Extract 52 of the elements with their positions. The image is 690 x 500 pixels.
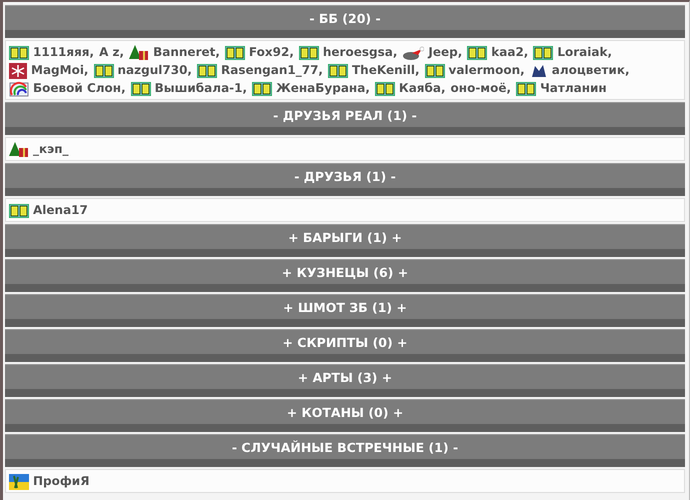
member-name[interactable]: Боевой Слон, bbox=[33, 81, 126, 95]
flag-icon bbox=[9, 474, 29, 490]
group-header[interactable]: - ДРУЗЬЯ РЕАЛ (1) - bbox=[5, 102, 685, 135]
member-name[interactable]: Banneret, bbox=[153, 45, 220, 59]
group-header[interactable]: + СКРИПТЫ (0) + bbox=[5, 329, 685, 362]
badge-icon bbox=[9, 46, 29, 60]
member-name[interactable]: Rasengan1_77, bbox=[220, 63, 323, 77]
badge-icon bbox=[252, 82, 272, 96]
tree-gift-icon bbox=[129, 44, 150, 61]
member-name[interactable]: valermoon, bbox=[448, 63, 525, 77]
group-header[interactable]: - ДРУЗЬЯ (1) - bbox=[5, 163, 685, 196]
group-header[interactable]: + ШМОТ ЗБ (1) + bbox=[5, 294, 685, 327]
group-header[interactable]: - СЛУЧАЙНЫЕ ВСТРЕЧНЫЕ (1) - bbox=[5, 434, 685, 467]
member-name[interactable]: Jeep, bbox=[428, 45, 462, 59]
member-name[interactable]: оно-моё, bbox=[450, 81, 512, 95]
member-name[interactable]: ПрофиЯ bbox=[33, 474, 90, 488]
group-header[interactable]: + КОТАНЫ (0) + bbox=[5, 399, 685, 432]
rainbow-icon bbox=[9, 80, 29, 97]
badge-icon bbox=[424, 64, 445, 78]
member-name[interactable]: Вышибала-1, bbox=[154, 81, 248, 95]
badge-icon bbox=[516, 82, 536, 96]
tree-gift-icon bbox=[9, 142, 29, 158]
group-header[interactable]: + АРТЫ (3) + bbox=[5, 364, 685, 397]
member-name[interactable]: A z, bbox=[99, 45, 124, 59]
group-header[interactable]: - ББ (20) - bbox=[5, 5, 685, 38]
badge-icon bbox=[224, 46, 245, 60]
group-header[interactable]: + КУЗНЕЦЫ (6) + bbox=[5, 259, 685, 292]
member-name[interactable]: Чатланин bbox=[540, 81, 607, 95]
badge-icon bbox=[467, 46, 488, 60]
member-name[interactable]: MagMoi, bbox=[31, 63, 88, 77]
badge-icon bbox=[328, 64, 348, 78]
badge-icon bbox=[298, 46, 319, 60]
badge-icon bbox=[374, 82, 395, 96]
member-name[interactable]: _кэп_ bbox=[33, 142, 69, 156]
member-name[interactable]: heroesgsa, bbox=[322, 45, 398, 59]
group-header[interactable]: + БАРЫГИ (1) + bbox=[5, 224, 685, 257]
member-name[interactable]: алоцветик, bbox=[552, 63, 630, 77]
member-name[interactable]: TheKenill, bbox=[352, 63, 420, 77]
member-name[interactable]: 1111яяя, bbox=[33, 45, 94, 59]
badge-icon bbox=[130, 82, 151, 96]
member-name[interactable]: Каяба, bbox=[398, 81, 446, 95]
member-name[interactable]: Fox92, bbox=[248, 45, 294, 59]
member-name[interactable]: nazgul730, bbox=[118, 63, 192, 77]
member-name[interactable]: Alena17 bbox=[33, 203, 88, 217]
badge-icon bbox=[196, 64, 217, 78]
badge-icon bbox=[9, 204, 29, 218]
member-name[interactable]: Loraiak, bbox=[557, 45, 612, 59]
member-name[interactable]: ЖенаБурана, bbox=[276, 81, 370, 95]
badge-icon bbox=[533, 46, 554, 60]
member-name[interactable]: kaa2, bbox=[491, 45, 528, 59]
snowflake-icon bbox=[9, 62, 27, 79]
badge-icon bbox=[94, 64, 114, 78]
